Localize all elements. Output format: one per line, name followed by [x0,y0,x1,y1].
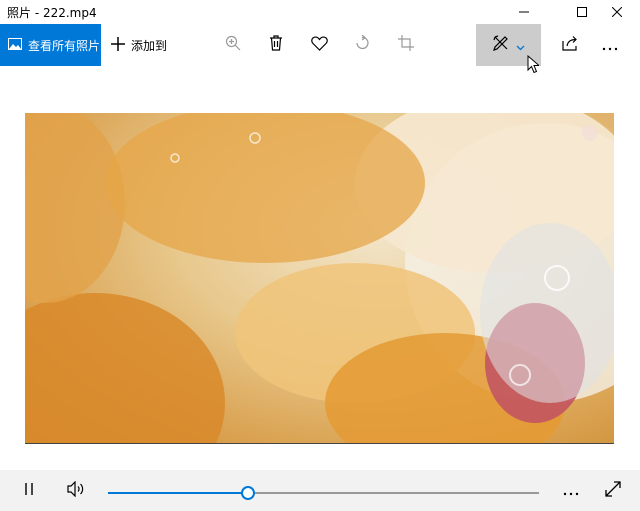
toolbar: 查看所有照片 添加到 [0,24,640,66]
photos-icon [8,37,22,53]
minimize-button[interactable] [501,0,547,24]
zoom-button[interactable] [213,24,253,66]
delete-button[interactable] [256,24,296,66]
volume-icon [67,480,87,501]
add-to-button[interactable]: 添加到 [111,24,167,66]
delete-icon [269,35,283,55]
zoom-in-icon [225,35,241,55]
fullscreen-button[interactable] [598,470,628,511]
more-options-button[interactable] [590,24,630,66]
pause-icon [24,481,34,500]
fullscreen-icon [605,480,621,501]
close-button[interactable] [594,0,640,24]
rotate-icon [354,34,370,55]
share-button[interactable] [551,24,591,66]
draw-edit-icon [492,34,510,56]
video-image [25,113,614,444]
maximize-icon [577,7,587,17]
crop-button[interactable] [386,24,426,66]
pause-button[interactable] [14,470,44,511]
heart-icon [310,35,328,55]
add-to-label: 添加到 [131,38,168,53]
chevron-down-icon [516,36,525,55]
rotate-button[interactable] [342,24,382,66]
title-bar: 照片 - 222.mp4 [0,0,640,24]
share-icon [562,35,580,55]
window-title: 照片 - 222.mp4 [7,6,97,20]
view-all-photos-button[interactable]: 查看所有照片 [0,24,101,66]
mouse-cursor-icon [527,54,541,78]
favorite-button[interactable] [299,24,339,66]
volume-button[interactable] [60,470,94,511]
view-all-photos-label: 查看所有照片 [28,38,101,53]
playback-more-button[interactable] [556,470,586,511]
close-icon [612,7,622,17]
minimize-icon [519,7,529,17]
more-icon [563,481,579,500]
seek-progress [108,492,249,494]
playback-controls [0,470,640,511]
crop-icon [398,35,414,55]
plus-icon [111,36,125,54]
video-bottom-edge [25,443,614,444]
more-icon [602,36,618,55]
video-frame[interactable] [25,113,614,444]
seek-thumb[interactable] [241,486,256,500]
